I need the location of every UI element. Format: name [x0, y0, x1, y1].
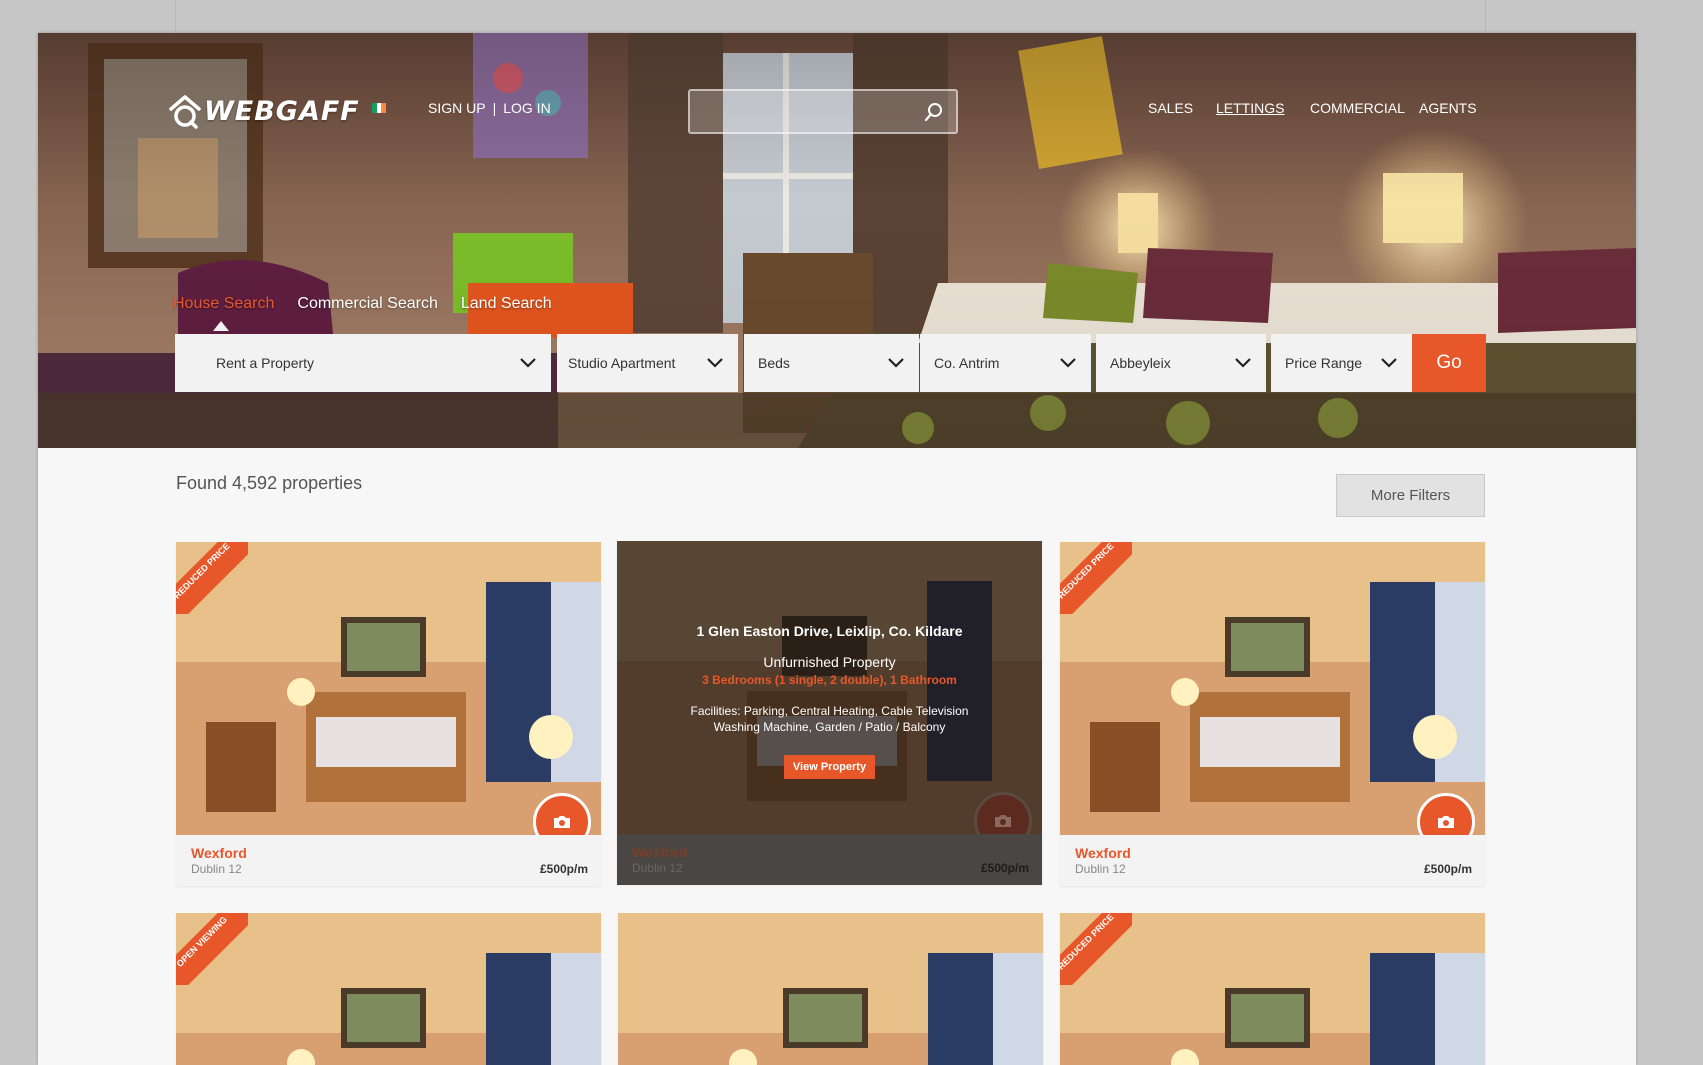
price-range-select[interactable]: Price Range	[1271, 334, 1412, 392]
camera-icon	[1438, 816, 1454, 828]
listing-type-select[interactable]: Rent a Property	[175, 334, 551, 392]
camera-icon	[995, 815, 1011, 827]
price-range-value: Price Range	[1285, 355, 1363, 371]
chevron-down-icon	[1235, 358, 1251, 368]
camera-icon	[554, 816, 570, 828]
property-city[interactable]: Wexford	[1075, 845, 1131, 861]
tab-house-search[interactable]: House Search	[173, 295, 274, 331]
beds-value: Beds	[758, 355, 790, 371]
property-card[interactable]: REDUCED PRICE Wexford Dublin 12 £500p/m	[176, 542, 601, 886]
logo-text: WEBGAFF	[204, 95, 360, 127]
property-price: £500p/m	[980, 861, 1029, 875]
property-type-value: Studio Apartment	[568, 355, 676, 371]
property-area: Dublin 12	[632, 861, 683, 875]
county-value: Co. Antrim	[934, 355, 1000, 371]
property-rooms: 3 Bedrooms (1 single, 2 double), 1 Bathr…	[702, 673, 957, 687]
property-info: Wexford Dublin 12 £500p/m	[1060, 835, 1485, 886]
property-photo[interactable]: REDUCED PRICE	[1060, 913, 1485, 1065]
property-photo[interactable]: 1 Glen Easton Drive, Leixlip, Co. Kildar…	[617, 541, 1042, 834]
results-count: Found 4,592 properties	[176, 473, 363, 493]
property-info: Wexford Dublin 12 £500p/m	[176, 835, 601, 886]
nav-commercial[interactable]: COMMERCIAL	[1310, 100, 1405, 116]
ribbon-label: OPEN VIEWING	[176, 913, 248, 985]
county-select[interactable]: Co. Antrim	[920, 334, 1091, 392]
property-card[interactable]: REDUCED PRICE Wexford Dublin 12 £500p/m	[1060, 542, 1485, 886]
auth-links: SIGN UP | LOG IN	[428, 100, 551, 116]
property-photo[interactable]	[618, 913, 1043, 1065]
more-filters-button[interactable]: More Filters	[1336, 474, 1485, 517]
page: WEBGAFF SIGN UP | LOG IN SALES LETTINGS …	[38, 33, 1636, 1065]
property-area: Dublin 12	[191, 862, 242, 876]
ribbon-label: REDUCED PRICE	[1060, 913, 1132, 985]
bedroom-photo	[618, 913, 1043, 1065]
chevron-down-icon	[707, 358, 723, 368]
property-facilities: Facilities: Parking, Central Heating, Ca…	[690, 704, 969, 734]
property-address: 1 Glen Easton Drive, Leixlip, Co. Kildar…	[696, 623, 963, 639]
nav-agents[interactable]: AGENTS	[1419, 100, 1477, 116]
go-button[interactable]: Go	[1412, 334, 1486, 392]
chevron-down-icon	[1060, 358, 1076, 368]
ireland-flag-icon[interactable]	[372, 103, 387, 113]
site-search	[688, 89, 958, 134]
ribbon-label: REDUCED PRICE	[1060, 542, 1132, 614]
webgaff-logo[interactable]: WEBGAFF	[168, 88, 360, 134]
property-card[interactable]: OPEN VIEWING	[176, 913, 601, 1065]
property-card[interactable]	[618, 913, 1043, 1065]
view-property-button[interactable]: View Property	[783, 755, 876, 779]
town-select[interactable]: Abbeyleix	[1096, 334, 1266, 392]
chevron-down-icon	[1381, 358, 1397, 368]
property-price: £500p/m	[1423, 862, 1472, 876]
property-info: Wexford Dublin 12 £500p/m	[617, 834, 1042, 885]
property-photo[interactable]: REDUCED PRICE	[176, 542, 601, 835]
search-input[interactable]	[690, 91, 920, 132]
house-logo-icon	[169, 95, 201, 129]
listing-type-value: Rent a Property	[216, 355, 315, 371]
search-icon[interactable]	[924, 102, 944, 122]
property-type-select[interactable]: Studio Apartment	[557, 334, 738, 392]
property-area: Dublin 12	[1075, 862, 1126, 876]
sign-up-link[interactable]: SIGN UP	[428, 100, 486, 116]
chevron-down-icon	[520, 358, 536, 368]
property-price: £500p/m	[539, 862, 588, 876]
tab-commercial-search[interactable]: Commercial Search	[297, 295, 437, 313]
beds-select[interactable]: Beds	[744, 334, 919, 392]
reduced-price-ribbon: REDUCED PRICE	[1060, 542, 1132, 614]
property-card[interactable]: REDUCED PRICE	[1060, 913, 1485, 1065]
property-photo[interactable]: REDUCED PRICE	[1060, 542, 1485, 835]
nav-lettings[interactable]: LETTINGS	[1216, 100, 1284, 116]
log-in-link[interactable]: LOG IN	[503, 100, 550, 116]
property-city[interactable]: Wexford	[632, 844, 688, 860]
town-value: Abbeyleix	[1110, 355, 1171, 371]
auth-separator: |	[492, 100, 497, 116]
ribbon-label: REDUCED PRICE	[176, 542, 248, 614]
property-city[interactable]: Wexford	[191, 845, 247, 861]
property-furnishing: Unfurnished Property	[763, 654, 896, 670]
reduced-price-ribbon: REDUCED PRICE	[176, 542, 248, 614]
search-type-tabs: House Search Commercial Search Land Sear…	[173, 295, 575, 331]
chevron-down-icon	[888, 358, 904, 368]
nav-sales[interactable]: SALES	[1148, 100, 1193, 116]
property-photo[interactable]: OPEN VIEWING	[176, 913, 601, 1065]
hero-banner: WEBGAFF SIGN UP | LOG IN SALES LETTINGS …	[38, 33, 1636, 448]
tab-land-search[interactable]: Land Search	[461, 295, 552, 313]
property-card-hover[interactable]: 1 Glen Easton Drive, Leixlip, Co. Kildar…	[617, 541, 1042, 885]
property-quick-view: 1 Glen Easton Drive, Leixlip, Co. Kildar…	[617, 623, 1042, 779]
reduced-price-ribbon: REDUCED PRICE	[1060, 913, 1132, 985]
open-viewing-ribbon: OPEN VIEWING	[176, 913, 248, 985]
filter-bar: Rent a Property Studio Apartment Beds Co…	[38, 334, 1636, 392]
